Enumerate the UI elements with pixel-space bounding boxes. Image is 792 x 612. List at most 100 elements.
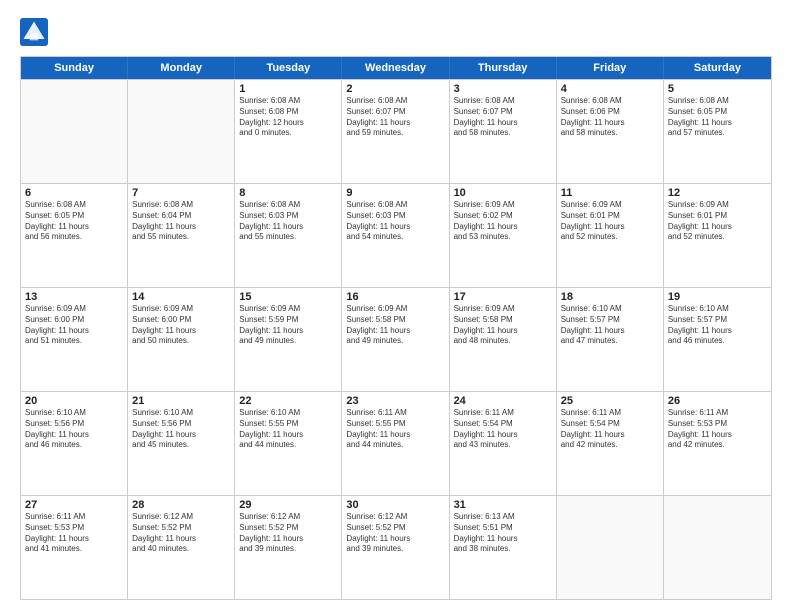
- day-cell-6: 6Sunrise: 6:08 AM Sunset: 6:05 PM Daylig…: [21, 184, 128, 287]
- weekday-header-tuesday: Tuesday: [235, 57, 342, 79]
- day-info: Sunrise: 6:09 AM Sunset: 6:01 PM Dayligh…: [668, 200, 767, 243]
- day-cell-empty: [21, 80, 128, 183]
- weekday-header-monday: Monday: [128, 57, 235, 79]
- calendar: SundayMondayTuesdayWednesdayThursdayFrid…: [20, 56, 772, 600]
- day-info: Sunrise: 6:11 AM Sunset: 5:55 PM Dayligh…: [346, 408, 444, 451]
- day-number: 23: [346, 395, 444, 407]
- day-info: Sunrise: 6:08 AM Sunset: 6:07 PM Dayligh…: [346, 96, 444, 139]
- header: [20, 18, 772, 46]
- day-cell-26: 26Sunrise: 6:11 AM Sunset: 5:53 PM Dayli…: [664, 392, 771, 495]
- day-cell-14: 14Sunrise: 6:09 AM Sunset: 6:00 PM Dayli…: [128, 288, 235, 391]
- day-number: 14: [132, 291, 230, 303]
- day-info: Sunrise: 6:08 AM Sunset: 6:06 PM Dayligh…: [561, 96, 659, 139]
- day-number: 13: [25, 291, 123, 303]
- day-info: Sunrise: 6:11 AM Sunset: 5:54 PM Dayligh…: [561, 408, 659, 451]
- day-number: 5: [668, 83, 767, 95]
- day-info: Sunrise: 6:12 AM Sunset: 5:52 PM Dayligh…: [239, 512, 337, 555]
- day-info: Sunrise: 6:10 AM Sunset: 5:56 PM Dayligh…: [25, 408, 123, 451]
- day-number: 22: [239, 395, 337, 407]
- day-info: Sunrise: 6:10 AM Sunset: 5:55 PM Dayligh…: [239, 408, 337, 451]
- day-info: Sunrise: 6:12 AM Sunset: 5:52 PM Dayligh…: [346, 512, 444, 555]
- day-cell-8: 8Sunrise: 6:08 AM Sunset: 6:03 PM Daylig…: [235, 184, 342, 287]
- day-cell-empty: [664, 496, 771, 599]
- day-info: Sunrise: 6:11 AM Sunset: 5:53 PM Dayligh…: [25, 512, 123, 555]
- day-info: Sunrise: 6:08 AM Sunset: 6:04 PM Dayligh…: [132, 200, 230, 243]
- day-info: Sunrise: 6:10 AM Sunset: 5:57 PM Dayligh…: [668, 304, 767, 347]
- day-number: 28: [132, 499, 230, 511]
- day-number: 18: [561, 291, 659, 303]
- day-cell-15: 15Sunrise: 6:09 AM Sunset: 5:59 PM Dayli…: [235, 288, 342, 391]
- day-number: 19: [668, 291, 767, 303]
- week-row-4: 20Sunrise: 6:10 AM Sunset: 5:56 PM Dayli…: [21, 391, 771, 495]
- day-cell-28: 28Sunrise: 6:12 AM Sunset: 5:52 PM Dayli…: [128, 496, 235, 599]
- day-cell-20: 20Sunrise: 6:10 AM Sunset: 5:56 PM Dayli…: [21, 392, 128, 495]
- day-cell-24: 24Sunrise: 6:11 AM Sunset: 5:54 PM Dayli…: [450, 392, 557, 495]
- day-info: Sunrise: 6:08 AM Sunset: 6:08 PM Dayligh…: [239, 96, 337, 139]
- day-cell-2: 2Sunrise: 6:08 AM Sunset: 6:07 PM Daylig…: [342, 80, 449, 183]
- day-number: 9: [346, 187, 444, 199]
- logo: [20, 18, 50, 46]
- day-number: 24: [454, 395, 552, 407]
- day-cell-30: 30Sunrise: 6:12 AM Sunset: 5:52 PM Dayli…: [342, 496, 449, 599]
- day-info: Sunrise: 6:12 AM Sunset: 5:52 PM Dayligh…: [132, 512, 230, 555]
- day-cell-empty: [557, 496, 664, 599]
- day-info: Sunrise: 6:09 AM Sunset: 6:01 PM Dayligh…: [561, 200, 659, 243]
- day-number: 29: [239, 499, 337, 511]
- day-info: Sunrise: 6:09 AM Sunset: 5:58 PM Dayligh…: [346, 304, 444, 347]
- day-cell-22: 22Sunrise: 6:10 AM Sunset: 5:55 PM Dayli…: [235, 392, 342, 495]
- day-cell-5: 5Sunrise: 6:08 AM Sunset: 6:05 PM Daylig…: [664, 80, 771, 183]
- weekday-header-sunday: Sunday: [21, 57, 128, 79]
- day-cell-11: 11Sunrise: 6:09 AM Sunset: 6:01 PM Dayli…: [557, 184, 664, 287]
- day-number: 25: [561, 395, 659, 407]
- day-number: 7: [132, 187, 230, 199]
- day-info: Sunrise: 6:08 AM Sunset: 6:03 PM Dayligh…: [239, 200, 337, 243]
- day-info: Sunrise: 6:09 AM Sunset: 6:00 PM Dayligh…: [132, 304, 230, 347]
- day-number: 17: [454, 291, 552, 303]
- day-number: 16: [346, 291, 444, 303]
- day-info: Sunrise: 6:11 AM Sunset: 5:53 PM Dayligh…: [668, 408, 767, 451]
- day-number: 31: [454, 499, 552, 511]
- day-cell-13: 13Sunrise: 6:09 AM Sunset: 6:00 PM Dayli…: [21, 288, 128, 391]
- day-number: 3: [454, 83, 552, 95]
- day-info: Sunrise: 6:13 AM Sunset: 5:51 PM Dayligh…: [454, 512, 552, 555]
- day-cell-1: 1Sunrise: 6:08 AM Sunset: 6:08 PM Daylig…: [235, 80, 342, 183]
- day-cell-17: 17Sunrise: 6:09 AM Sunset: 5:58 PM Dayli…: [450, 288, 557, 391]
- day-number: 15: [239, 291, 337, 303]
- day-cell-29: 29Sunrise: 6:12 AM Sunset: 5:52 PM Dayli…: [235, 496, 342, 599]
- day-cell-27: 27Sunrise: 6:11 AM Sunset: 5:53 PM Dayli…: [21, 496, 128, 599]
- day-number: 20: [25, 395, 123, 407]
- day-number: 26: [668, 395, 767, 407]
- day-number: 11: [561, 187, 659, 199]
- day-info: Sunrise: 6:10 AM Sunset: 5:56 PM Dayligh…: [132, 408, 230, 451]
- day-number: 2: [346, 83, 444, 95]
- week-row-3: 13Sunrise: 6:09 AM Sunset: 6:00 PM Dayli…: [21, 287, 771, 391]
- day-info: Sunrise: 6:11 AM Sunset: 5:54 PM Dayligh…: [454, 408, 552, 451]
- page: SundayMondayTuesdayWednesdayThursdayFrid…: [0, 0, 792, 612]
- day-cell-18: 18Sunrise: 6:10 AM Sunset: 5:57 PM Dayli…: [557, 288, 664, 391]
- weekday-header-thursday: Thursday: [450, 57, 557, 79]
- day-cell-21: 21Sunrise: 6:10 AM Sunset: 5:56 PM Dayli…: [128, 392, 235, 495]
- day-number: 8: [239, 187, 337, 199]
- day-cell-10: 10Sunrise: 6:09 AM Sunset: 6:02 PM Dayli…: [450, 184, 557, 287]
- day-info: Sunrise: 6:09 AM Sunset: 5:58 PM Dayligh…: [454, 304, 552, 347]
- day-info: Sunrise: 6:09 AM Sunset: 6:02 PM Dayligh…: [454, 200, 552, 243]
- day-info: Sunrise: 6:09 AM Sunset: 5:59 PM Dayligh…: [239, 304, 337, 347]
- day-info: Sunrise: 6:08 AM Sunset: 6:05 PM Dayligh…: [25, 200, 123, 243]
- day-cell-4: 4Sunrise: 6:08 AM Sunset: 6:06 PM Daylig…: [557, 80, 664, 183]
- weekday-header-saturday: Saturday: [664, 57, 771, 79]
- day-info: Sunrise: 6:09 AM Sunset: 6:00 PM Dayligh…: [25, 304, 123, 347]
- week-row-5: 27Sunrise: 6:11 AM Sunset: 5:53 PM Dayli…: [21, 495, 771, 599]
- day-cell-3: 3Sunrise: 6:08 AM Sunset: 6:07 PM Daylig…: [450, 80, 557, 183]
- day-cell-9: 9Sunrise: 6:08 AM Sunset: 6:03 PM Daylig…: [342, 184, 449, 287]
- day-number: 1: [239, 83, 337, 95]
- day-cell-31: 31Sunrise: 6:13 AM Sunset: 5:51 PM Dayli…: [450, 496, 557, 599]
- day-number: 4: [561, 83, 659, 95]
- day-info: Sunrise: 6:10 AM Sunset: 5:57 PM Dayligh…: [561, 304, 659, 347]
- day-cell-25: 25Sunrise: 6:11 AM Sunset: 5:54 PM Dayli…: [557, 392, 664, 495]
- day-number: 21: [132, 395, 230, 407]
- calendar-header: SundayMondayTuesdayWednesdayThursdayFrid…: [21, 57, 771, 79]
- week-row-2: 6Sunrise: 6:08 AM Sunset: 6:05 PM Daylig…: [21, 183, 771, 287]
- day-cell-7: 7Sunrise: 6:08 AM Sunset: 6:04 PM Daylig…: [128, 184, 235, 287]
- day-cell-23: 23Sunrise: 6:11 AM Sunset: 5:55 PM Dayli…: [342, 392, 449, 495]
- calendar-body: 1Sunrise: 6:08 AM Sunset: 6:08 PM Daylig…: [21, 79, 771, 599]
